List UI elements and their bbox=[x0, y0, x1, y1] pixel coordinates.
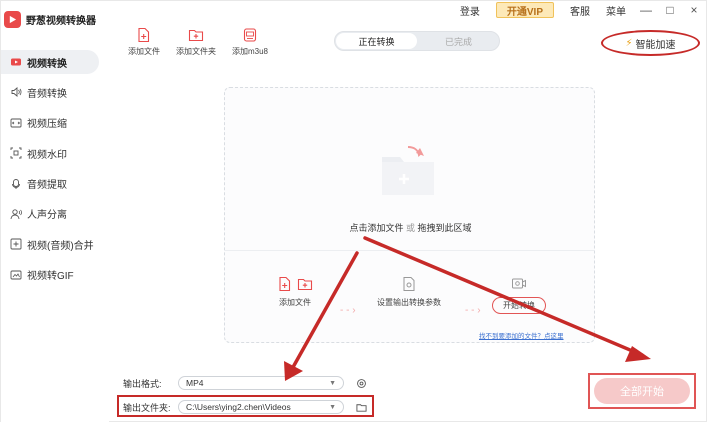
chevron-down-icon: ▼ bbox=[329, 379, 336, 387]
voice-split-icon bbox=[9, 207, 22, 220]
app-name: 野葱视频转换器 bbox=[26, 16, 96, 27]
audio-convert-icon bbox=[9, 86, 22, 99]
watermark-icon bbox=[9, 147, 22, 160]
toolbar: 添加文件 添加文件夹 添加m3u8 bbox=[128, 27, 268, 57]
output-format-value: MP4 bbox=[186, 378, 204, 388]
sidebar: 野葱视频转换器 视频转换 音频转换 视频压缩 视频水印 音频提取 人声分离 视频… bbox=[1, 1, 109, 422]
sidebar-item-gif[interactable]: 视频转GIF bbox=[1, 263, 109, 287]
folder-add-icon bbox=[382, 146, 434, 195]
vip-button[interactable]: 开通VIP bbox=[495, 2, 554, 18]
sidebar-item-compress[interactable]: 视频压缩 bbox=[1, 111, 109, 135]
sidebar-item-audio-convert[interactable]: 音频转换 bbox=[1, 80, 109, 104]
sidebar-item-label: 视频(音频)合并 bbox=[27, 240, 94, 252]
sidebar-item-label: 音频转换 bbox=[27, 88, 67, 100]
file-drop-zone[interactable]: 点击添加文件 或 拖拽到此区域 添加文件 - - › 设置输出转换参数 - - … bbox=[224, 87, 595, 343]
add-m3u8-button[interactable]: 添加m3u8 bbox=[232, 27, 268, 57]
lightning-icon: ⚡ bbox=[625, 37, 633, 49]
app-logo-icon bbox=[4, 11, 21, 28]
step-set-params: 设置输出转换参数 bbox=[377, 276, 441, 308]
sidebar-item-watermark[interactable]: 视频水印 bbox=[1, 141, 109, 165]
video-convert-icon bbox=[9, 56, 22, 69]
tab-converting[interactable]: 正在转换 bbox=[336, 33, 417, 49]
close-button[interactable]: × bbox=[682, 3, 706, 17]
settings-file-icon bbox=[403, 277, 415, 291]
output-format-row: 输出格式: MP4 ▼ bbox=[123, 376, 367, 390]
sidebar-nav: 视频转换 音频转换 视频压缩 视频水印 音频提取 人声分离 视频(音频)合并 视… bbox=[1, 50, 109, 293]
drop-divider bbox=[225, 250, 594, 251]
status-tabs: 正在转换 已完成 bbox=[334, 31, 500, 51]
add-folder-icon bbox=[188, 29, 204, 42]
chevron-right-icon: - - › bbox=[465, 305, 481, 316]
arrowhead-start-all bbox=[625, 346, 651, 362]
drop-prompt-or: 或 bbox=[405, 223, 415, 233]
sidebar-item-label: 人声分离 bbox=[27, 210, 67, 222]
sidebar-item-label: 音频提取 bbox=[27, 180, 67, 192]
sidebar-item-label: 视频转换 bbox=[27, 58, 67, 70]
sidebar-item-voice-split[interactable]: 人声分离 bbox=[1, 202, 109, 226]
sidebar-item-label: 视频水印 bbox=[27, 149, 67, 161]
smart-accelerate-label: 智能加速 bbox=[635, 39, 676, 51]
step-start: 开始转换 bbox=[492, 276, 546, 314]
tab-done[interactable]: 已完成 bbox=[418, 32, 499, 50]
sidebar-item-audio-extract[interactable]: 音频提取 bbox=[1, 172, 109, 196]
minimize-button[interactable]: — bbox=[634, 3, 658, 17]
sidebar-item-merge[interactable]: 视频(音频)合并 bbox=[1, 232, 109, 256]
output-format-label: 输出格式: bbox=[123, 378, 162, 389]
file-icon bbox=[279, 276, 291, 292]
format-settings-button[interactable] bbox=[355, 377, 367, 389]
title-bar: 登录 开通VIP 客服 菜单 — □ × bbox=[452, 1, 706, 19]
login-link[interactable]: 登录 bbox=[452, 3, 488, 18]
compress-icon bbox=[9, 116, 22, 129]
add-file-button[interactable]: 添加文件 bbox=[128, 27, 160, 57]
drop-prompt-click[interactable]: 点击添加文件 bbox=[349, 223, 403, 233]
start-all-button[interactable]: 全部开始 bbox=[594, 378, 690, 404]
help-link[interactable]: 找不到要添加的文件？点这里 bbox=[479, 330, 564, 340]
sidebar-item-video-convert[interactable]: 视频转换 bbox=[1, 50, 99, 74]
service-link[interactable]: 客服 bbox=[562, 3, 598, 18]
add-folder-button[interactable]: 添加文件夹 bbox=[176, 27, 216, 57]
output-folder-highlight bbox=[117, 395, 374, 417]
folder-icon bbox=[297, 278, 313, 291]
sidebar-item-label: 视频压缩 bbox=[27, 119, 67, 131]
add-m3u8-icon bbox=[243, 28, 257, 42]
gear-icon bbox=[356, 378, 366, 388]
step-add-file-label: 添加文件 bbox=[279, 298, 311, 307]
menu-link[interactable]: 菜单 bbox=[598, 3, 634, 18]
audio-extract-icon bbox=[9, 177, 22, 190]
gif-icon bbox=[9, 268, 22, 281]
add-folder-label: 添加文件夹 bbox=[176, 47, 216, 56]
start-all-highlight: 全部开始 bbox=[588, 373, 696, 409]
step-add-file: 添加文件 bbox=[277, 276, 313, 308]
drop-prompt: 点击添加文件 或 拖拽到此区域 bbox=[225, 221, 596, 234]
app-window: 野葱视频转换器 视频转换 音频转换 视频压缩 视频水印 音频提取 人声分离 视频… bbox=[0, 0, 707, 422]
merge-icon bbox=[9, 238, 22, 251]
chevron-right-icon: - - › bbox=[340, 305, 356, 316]
step-set-params-label: 设置输出转换参数 bbox=[377, 298, 441, 307]
smart-accelerate-button[interactable]: ⚡ 智能加速 bbox=[601, 30, 700, 56]
add-file-icon bbox=[138, 27, 150, 43]
add-file-label: 添加文件 bbox=[128, 47, 160, 56]
add-m3u8-label: 添加m3u8 bbox=[232, 47, 269, 56]
sidebar-item-label: 视频转GIF bbox=[27, 271, 74, 283]
output-format-select[interactable]: MP4 ▼ bbox=[178, 376, 344, 390]
drop-prompt-drag: 拖拽到此区域 bbox=[417, 223, 472, 233]
maximize-button[interactable]: □ bbox=[658, 3, 682, 17]
video-start-icon bbox=[512, 278, 526, 289]
start-convert-button[interactable]: 开始转换 bbox=[492, 297, 546, 314]
brand: 野葱视频转换器 bbox=[4, 11, 96, 28]
